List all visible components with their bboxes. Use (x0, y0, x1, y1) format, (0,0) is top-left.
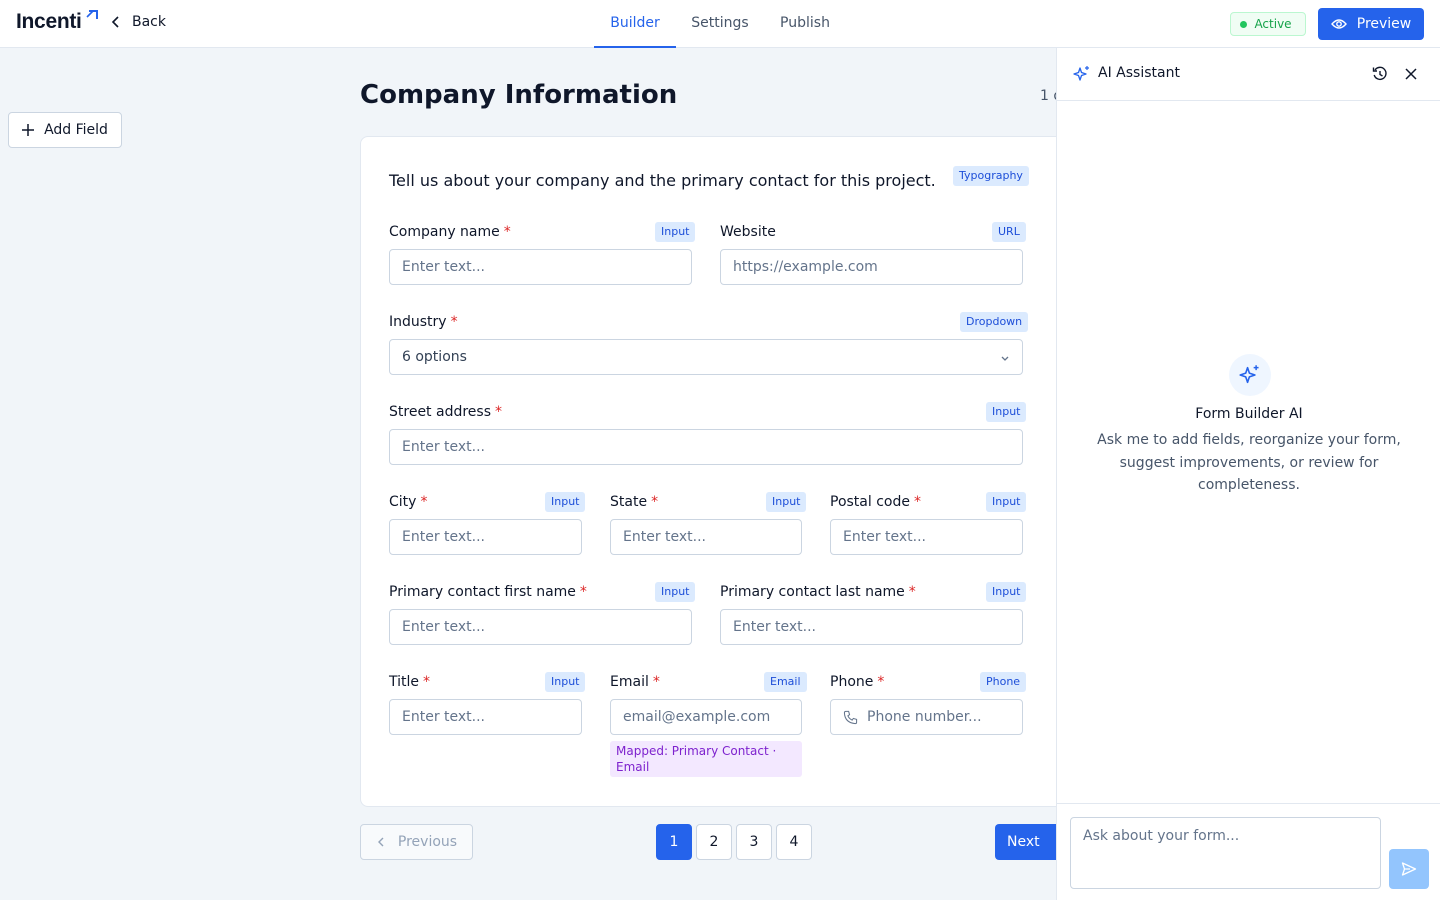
tab-builder[interactable]: Builder (594, 0, 676, 48)
last-name-input[interactable]: Enter text... (720, 609, 1023, 645)
first-name-label: Primary contact first name * (389, 584, 587, 600)
state-label: State * (610, 494, 659, 510)
city-label: City * (389, 494, 428, 510)
ai-panel-title: AI Assistant (1098, 65, 1180, 81)
last-name-label: Primary contact last name * (720, 584, 916, 600)
ai-empty-state-icon (1229, 354, 1271, 396)
industry-label: Industry * (389, 314, 458, 330)
send-icon (1401, 862, 1417, 876)
street-address-input[interactable]: Enter text... (389, 429, 1023, 465)
history-icon[interactable] (1372, 66, 1388, 82)
email-label: Email * (610, 674, 660, 690)
chevron-down-icon (1001, 356, 1009, 361)
plus-icon (22, 124, 35, 136)
phone-placeholder: Phone number... (867, 709, 982, 725)
industry-dropdown[interactable]: 6 options (389, 339, 1023, 375)
postal-code-input[interactable]: Enter text... (830, 519, 1023, 555)
tab-settings[interactable]: Settings (684, 0, 756, 48)
industry-value: 6 options (402, 349, 467, 365)
back-button[interactable]: Back (110, 14, 166, 30)
street-address-label: Street address * (389, 404, 502, 420)
ai-empty-description: Ask me to add fields, reorganize your fo… (1097, 432, 1401, 493)
first-name-input[interactable]: Enter text... (389, 609, 692, 645)
field-type-tag: Input (986, 402, 1027, 422)
phone-input[interactable]: Phone number... (830, 699, 1023, 735)
logo: Incenti (16, 10, 82, 33)
mapping-badge: Mapped: Primary Contact · Email (610, 741, 802, 777)
field-type-tag: Input (545, 672, 586, 692)
status-dot-icon (1240, 20, 1248, 28)
page-title: Company Information (360, 80, 678, 110)
ai-input-area: Ask about your form... (1057, 803, 1440, 900)
page-button-4[interactable]: 4 (776, 824, 812, 860)
status-badge: Active (1230, 12, 1306, 36)
title-label: Title * (389, 674, 431, 690)
chevron-left-icon (111, 16, 119, 28)
field-type-tag: Phone (980, 672, 1027, 692)
field-type-tag: Input (766, 492, 807, 512)
company-name-label: Company name * (389, 224, 511, 240)
status-label: Active (1254, 17, 1292, 31)
phone-icon (843, 710, 858, 724)
page-button-2[interactable]: 2 (696, 824, 732, 860)
close-icon[interactable] (1404, 67, 1418, 81)
page-button-1[interactable]: 1 (656, 824, 692, 860)
add-field-label: Add Field (44, 122, 108, 138)
tab-publish[interactable]: Publish (770, 0, 840, 48)
field-type-tag: Input (655, 582, 696, 602)
top-bar: Incenti Back Builder Settings Publish Ac… (0, 0, 1440, 48)
field-type-tag: Dropdown (960, 312, 1029, 332)
ai-panel-header: AI Assistant (1057, 48, 1440, 101)
website-input[interactable]: https://example.com (720, 249, 1023, 285)
chevron-left-icon (377, 837, 384, 847)
field-type-tag: Input (986, 582, 1027, 602)
city-input[interactable]: Enter text... (389, 519, 582, 555)
back-label: Back (132, 14, 166, 30)
form-intro-text: Tell us about your company and the prima… (389, 171, 936, 190)
title-input[interactable]: Enter text... (389, 699, 582, 735)
previous-label: Previous (397, 834, 458, 850)
previous-button[interactable]: Previous (360, 824, 473, 860)
postal-code-label: Postal code * (830, 494, 921, 510)
ai-chat-input[interactable]: Ask about your form... (1070, 817, 1381, 889)
field-type-tag: Email (764, 672, 807, 692)
email-input[interactable]: email@example.com (610, 699, 802, 735)
field-type-tag: Typography (953, 166, 1029, 186)
sparkle-icon (1073, 66, 1089, 81)
field-type-tag: Input (545, 492, 586, 512)
preview-button[interactable]: Preview (1318, 8, 1424, 40)
send-button[interactable] (1389, 849, 1429, 889)
preview-label: Preview (1356, 16, 1412, 32)
sparkle-icon (1239, 365, 1259, 384)
ai-empty-title: Form Builder AI (1195, 406, 1303, 422)
company-name-input[interactable]: Enter text... (389, 249, 692, 285)
eye-icon (1330, 19, 1347, 29)
field-type-tag: Input (655, 222, 696, 242)
ai-assistant-panel: AI Assistant Form Builder AI Ask me to a… (1056, 48, 1440, 900)
website-label: Website (720, 224, 776, 240)
state-input[interactable]: Enter text... (610, 519, 802, 555)
add-field-button[interactable]: Add Field (8, 112, 122, 148)
field-type-tag: URL (992, 222, 1026, 242)
field-type-tag: Input (986, 492, 1027, 512)
logo-arrow-icon (86, 10, 98, 19)
phone-label: Phone * (830, 674, 885, 690)
page-button-3[interactable]: 3 (736, 824, 772, 860)
